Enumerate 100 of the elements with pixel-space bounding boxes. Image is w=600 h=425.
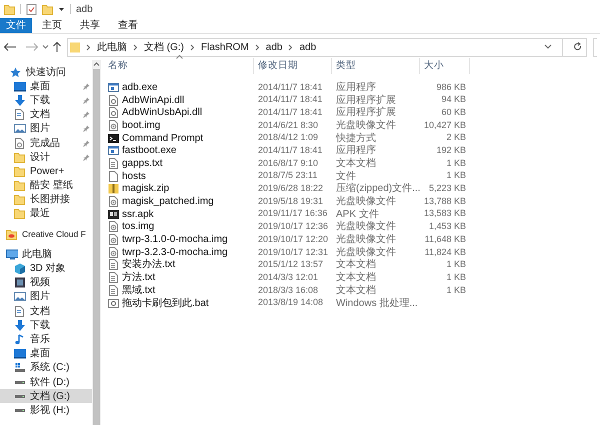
file-size: 1 KB bbox=[445, 156, 467, 170]
sidebar-item[interactable]: 桌面 bbox=[0, 79, 92, 94]
file-name[interactable]: twrp-3.2.3-0-mocha.img bbox=[122, 244, 228, 260]
file-type: 文本文档 bbox=[335, 270, 377, 284]
file-type: 光盘映像文件 bbox=[335, 220, 397, 234]
sidebar-item[interactable]: Power+ bbox=[0, 164, 92, 178]
pin-icon bbox=[83, 96, 90, 104]
refresh-icon[interactable] bbox=[573, 42, 582, 52]
ribbon-tab[interactable]: 共享 bbox=[72, 18, 108, 33]
modified-date: 2018/4/12 1:09 bbox=[257, 131, 320, 144]
recent-dropdown-icon[interactable] bbox=[41, 43, 50, 51]
file-name[interactable]: hosts bbox=[122, 168, 146, 184]
sidebar-item[interactable]: Creative Cloud F bbox=[0, 227, 92, 242]
desktop-icon bbox=[14, 348, 26, 360]
column-header[interactable]: 修改日期 bbox=[254, 58, 332, 74]
file-name[interactable]: magisk.zip bbox=[122, 181, 170, 196]
column-header[interactable]: 类型 bbox=[332, 58, 420, 74]
sidebar-item[interactable]: 系统 (C:) bbox=[0, 360, 92, 375]
sidebar-item[interactable]: 下载 bbox=[0, 318, 92, 332]
breadcrumb-link[interactable]: adb bbox=[299, 40, 316, 54]
file-type: 应用程序扩展 bbox=[335, 106, 397, 120]
file-name[interactable]: 安装办法.txt bbox=[122, 257, 176, 272]
sidebar-item[interactable]: 完成品 bbox=[0, 136, 92, 150]
breadcrumb-link[interactable]: adb bbox=[266, 40, 282, 54]
picture-icon bbox=[14, 123, 26, 134]
cloud-folder-icon bbox=[6, 228, 18, 240]
file-name[interactable]: Command Prompt bbox=[122, 130, 204, 146]
drive-icon bbox=[15, 408, 25, 412]
file-name[interactable]: adb.exe bbox=[122, 80, 158, 95]
disc-file-icon bbox=[108, 196, 119, 208]
text-file-icon bbox=[108, 158, 119, 169]
sidebar-item[interactable]: 酷安 壁纸 bbox=[0, 178, 92, 193]
sidebar-item[interactable]: 文档 bbox=[0, 304, 92, 318]
folder-icon bbox=[14, 152, 26, 163]
modified-date: 2019/10/17 12:31 bbox=[257, 246, 330, 259]
sidebar-item[interactable]: 长图拼接 bbox=[0, 192, 92, 207]
file-name[interactable]: 拖动卡刷包到此.bat bbox=[122, 296, 209, 311]
drive-icon bbox=[15, 394, 25, 398]
document-icon bbox=[14, 138, 26, 149]
ribbon-tab[interactable]: 查看 bbox=[110, 18, 146, 33]
sidebar-item[interactable]: 图片 bbox=[0, 122, 92, 136]
file-name[interactable]: tos.img bbox=[122, 219, 154, 234]
dropdown-arrow-icon[interactable] bbox=[58, 6, 65, 12]
file-type: 光盘映像文件 bbox=[335, 194, 397, 208]
modified-date: 2019/6/28 18:22 bbox=[257, 182, 324, 196]
file-size: 60 KB bbox=[440, 106, 467, 119]
sidebar-item[interactable]: 软件 (D:) bbox=[0, 374, 92, 390]
desktop-icon bbox=[14, 80, 26, 92]
breadcrumb-link[interactable]: FlashROM bbox=[201, 40, 249, 54]
file-name[interactable]: AdbWinApi.dll bbox=[122, 92, 184, 108]
sidebar-item[interactable]: 3D 对象 bbox=[0, 261, 92, 276]
sidebar-item[interactable]: 视频 bbox=[0, 276, 92, 290]
sidebar-item[interactable]: 快速访问 bbox=[0, 65, 92, 80]
file-menu-button[interactable]: 文件 bbox=[0, 18, 32, 33]
sidebar-item[interactable]: 文档 (G:) bbox=[0, 389, 92, 404]
disc-file-icon bbox=[108, 234, 119, 246]
file-name[interactable]: boot.img bbox=[122, 118, 160, 133]
search-field[interactable] bbox=[593, 38, 597, 56]
up-arrow-icon[interactable] bbox=[52, 41, 62, 53]
sidebar-item[interactable]: 桌面 bbox=[0, 346, 92, 361]
column-header[interactable]: 大小 bbox=[420, 58, 470, 74]
breadcrumb-link[interactable]: 文档 (G:) bbox=[144, 40, 184, 54]
modified-date: 2014/11/7 18:41 bbox=[257, 93, 324, 106]
ribbon-tab[interactable]: 主页 bbox=[34, 18, 70, 33]
file-name[interactable]: gapps.txt bbox=[122, 156, 163, 171]
file-name[interactable]: 方法.txt bbox=[122, 270, 156, 286]
sidebar-item[interactable]: 此电脑 bbox=[0, 247, 92, 262]
disc-file-icon bbox=[108, 120, 119, 131]
column-header[interactable]: 名称 bbox=[104, 58, 254, 74]
file-name[interactable]: fastboot.exe bbox=[122, 143, 176, 158]
checkmark-document-icon[interactable] bbox=[26, 4, 37, 14]
file-name[interactable]: 黑域.txt bbox=[122, 282, 156, 298]
modified-date: 2018/3/3 16:08 bbox=[257, 284, 320, 297]
window-icon bbox=[108, 82, 119, 93]
scrollbar[interactable] bbox=[92, 60, 101, 425]
music-note-icon bbox=[14, 334, 26, 345]
file-name[interactable]: magisk_patched.img bbox=[122, 194, 214, 210]
scroll-up-icon[interactable] bbox=[93, 60, 100, 68]
sidebar-item[interactable]: 文档 bbox=[0, 108, 92, 122]
document-icon bbox=[14, 306, 26, 317]
sidebar-item[interactable]: 影视 (H:) bbox=[0, 403, 92, 418]
sidebar-item[interactable]: 音乐 bbox=[0, 332, 92, 347]
breadcrumb-link[interactable]: 此电脑 bbox=[97, 40, 127, 54]
folder-icon bbox=[70, 42, 80, 52]
file-name[interactable]: twrp-3.1.0-0-mocha.img bbox=[122, 232, 228, 248]
file-size: 1 KB bbox=[445, 270, 467, 284]
sidebar-item[interactable]: 图片 bbox=[0, 290, 92, 304]
file-type: 文本文档 bbox=[335, 156, 377, 170]
file-size: 1 KB bbox=[445, 284, 467, 297]
document-icon bbox=[14, 109, 26, 120]
address-field[interactable]: 此电脑 文档 (G:) FlashROM adb adb bbox=[67, 38, 587, 56]
dropdown-chevron-icon[interactable] bbox=[544, 44, 552, 50]
file-name[interactable]: AdbWinUsbApi.dll bbox=[122, 105, 202, 120]
sidebar-item[interactable]: 最近 bbox=[0, 206, 92, 222]
pin-icon bbox=[83, 154, 90, 161]
sidebar-item[interactable]: 设计 bbox=[0, 150, 92, 164]
sidebar-item[interactable]: 下载 bbox=[0, 93, 92, 108]
back-arrow-icon[interactable] bbox=[3, 42, 17, 52]
file-type: 文本文档 bbox=[335, 258, 377, 272]
file-name[interactable]: ssr.apk bbox=[122, 206, 154, 222]
